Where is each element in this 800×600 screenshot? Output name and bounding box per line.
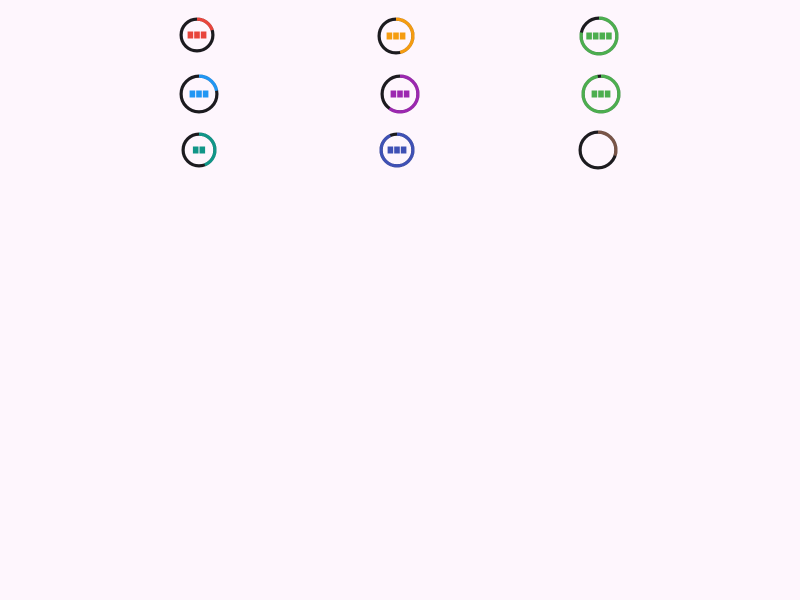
progress-value-block <box>394 146 400 154</box>
progress-value-block <box>606 32 612 40</box>
progress-value-block <box>586 32 592 40</box>
progress-value-block <box>400 146 407 154</box>
progress-value-block <box>187 31 194 39</box>
progress-indicator-grid <box>0 0 800 600</box>
progress-value-block <box>598 90 604 98</box>
progress-indicator-green-2 <box>581 74 621 114</box>
progress-indicator-brown <box>578 130 618 170</box>
progress-value-block <box>390 90 397 98</box>
progress-value-block <box>202 90 209 98</box>
progress-indicator-teal <box>181 132 217 168</box>
progress-indicator-red <box>179 17 215 53</box>
progress-value-block <box>604 90 611 98</box>
progress-value-block <box>592 32 599 40</box>
progress-indicator-blue <box>179 74 219 114</box>
progress-indicator-orange <box>377 17 415 55</box>
progress-value-block <box>386 32 393 40</box>
progress-value-block <box>200 31 207 39</box>
progress-indicator-green <box>579 16 619 56</box>
progress-value-block <box>199 146 206 154</box>
progress-value-block <box>189 90 196 98</box>
progress-value-block <box>599 32 606 40</box>
progress-value-block <box>192 146 199 154</box>
progress-value-block <box>387 146 394 154</box>
progress-value-block <box>194 31 200 39</box>
progress-indicator-purple <box>380 74 420 114</box>
progress-value-block <box>403 90 410 98</box>
progress-value-block <box>196 90 202 98</box>
progress-indicator-indigo <box>379 132 415 168</box>
progress-value-block <box>393 32 399 40</box>
progress-value-block <box>399 32 406 40</box>
progress-value-block <box>591 90 598 98</box>
progress-value-block <box>397 90 403 98</box>
